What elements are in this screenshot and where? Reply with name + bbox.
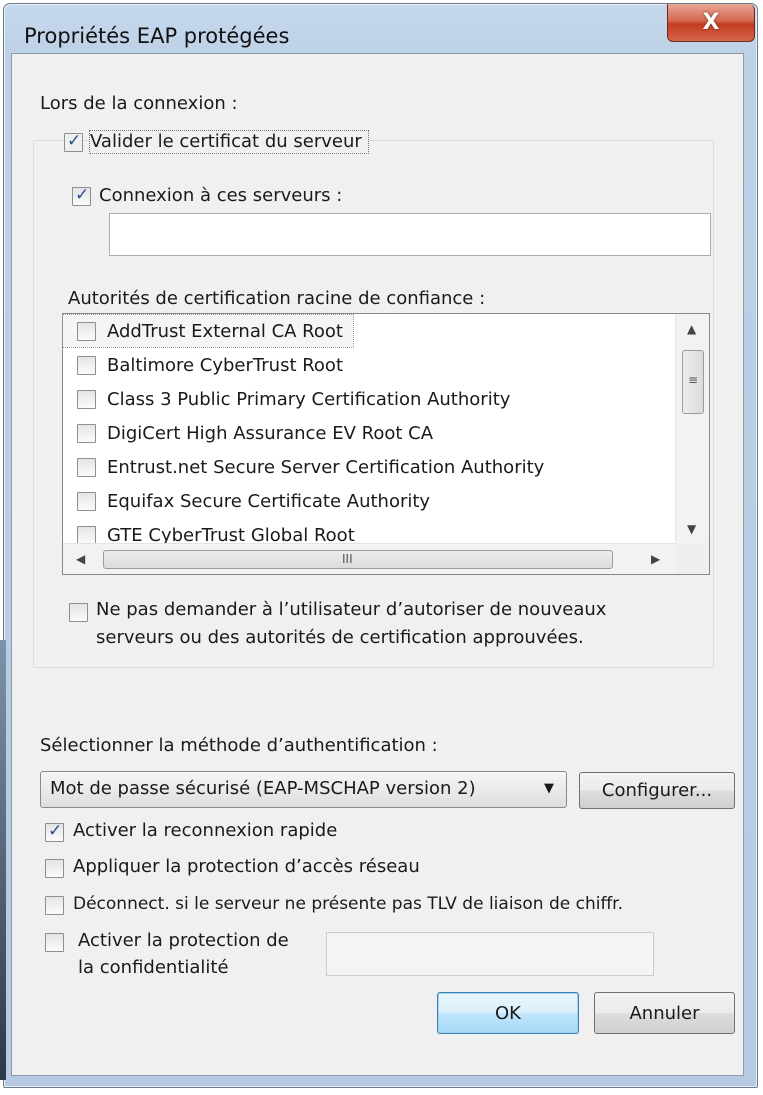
close-icon: X — [702, 10, 720, 35]
auth-method-value: Mot de passe sécurisé (EAP-MSCHAP versio… — [50, 778, 476, 799]
vertical-scroll-thumb[interactable]: ≡ — [682, 350, 704, 414]
grip-icon: ≡ — [688, 373, 699, 387]
list-item-checkbox[interactable] — [77, 390, 96, 409]
window-title: Propriétés EAP protégées — [24, 24, 290, 48]
fast-reconnect-checkbox[interactable] — [45, 821, 64, 842]
privacy-label-line2: la confidentialité — [78, 957, 229, 978]
list-item-label: Equifax Secure Certificate Authority — [107, 491, 431, 512]
chevron-down-icon: ▼ — [544, 781, 554, 796]
list-item-checkbox[interactable] — [77, 322, 96, 341]
ok-button[interactable]: OK — [437, 992, 579, 1034]
list-item[interactable]: Class 3 Public Primary Certification Aut… — [63, 383, 675, 417]
list-item[interactable]: GTE CyberTrust Global Root — [63, 519, 675, 546]
nap-checkbox[interactable] — [45, 859, 64, 878]
list-item-label: Entrust.net Secure Server Certification … — [107, 457, 545, 478]
arrow-up-icon[interactable]: ▲ — [687, 322, 696, 336]
list-item-checkbox[interactable] — [77, 492, 96, 511]
auth-method-select[interactable]: Mot de passe sécurisé (EAP-MSCHAP versio… — [40, 771, 567, 808]
list-item[interactable]: Equifax Secure Certificate Authority — [63, 485, 675, 519]
privacy-identity-input[interactable] — [326, 932, 654, 976]
root-ca-label: Autorités de certification racine de con… — [68, 288, 486, 309]
vertical-scrollbar[interactable]: ▲ ≡ ▼ — [675, 314, 709, 543]
list-item[interactable]: AddTrust External CA Root — [62, 314, 354, 348]
list-item[interactable]: Entrust.net Secure Server Certification … — [63, 451, 675, 485]
list-item-label: Baltimore CyberTrust Root — [107, 355, 344, 376]
scrollbar-corner — [675, 543, 709, 574]
privacy-checkbox[interactable] — [45, 933, 64, 952]
connect-servers-checkbox[interactable] — [72, 185, 91, 206]
connection-heading: Lors de la connexion : — [40, 93, 238, 114]
arrow-left-icon[interactable]: ◀ — [76, 552, 85, 566]
arrow-right-icon[interactable]: ▶ — [651, 552, 660, 566]
dont-prompt-label-line1: Ne pas demander à l’utilisateur d’autori… — [96, 599, 607, 620]
validate-cert-label: Valider le certificat du serveur — [89, 130, 369, 154]
grip-icon: III — [342, 552, 353, 566]
list-item-label: AddTrust External CA Root — [107, 321, 343, 342]
root-ca-list[interactable]: AddTrust External CA Root Baltimore Cybe… — [62, 313, 710, 575]
list-item-label: Class 3 Public Primary Certification Aut… — [107, 389, 511, 410]
fast-reconnect-label: Activer la reconnexion rapide — [73, 820, 338, 841]
arrow-down-icon[interactable]: ▼ — [687, 522, 696, 536]
list-item-label: DigiCert High Assurance EV Root CA — [107, 423, 434, 444]
dont-prompt-checkbox[interactable] — [69, 603, 88, 622]
connect-servers-label: Connexion à ces serveurs : — [99, 185, 343, 206]
privacy-label-line1: Activer la protection de — [78, 930, 289, 951]
disconnect-tlv-checkbox[interactable] — [45, 896, 64, 915]
list-item[interactable]: Baltimore CyberTrust Root — [63, 349, 675, 383]
horizontal-scrollbar[interactable]: ◀ III ▶ — [63, 543, 675, 574]
nap-label: Appliquer la protection d’accès réseau — [73, 856, 420, 877]
validate-cert-checkbox[interactable] — [64, 131, 83, 152]
list-item-checkbox[interactable] — [77, 356, 96, 375]
window-edge-shadow — [0, 640, 6, 1080]
list-item[interactable]: DigiCert High Assurance EV Root CA — [63, 417, 675, 451]
auth-method-label: Sélectionner la méthode d’authentificati… — [40, 735, 438, 756]
close-button[interactable]: X — [667, 4, 755, 42]
servers-input[interactable] — [109, 213, 711, 256]
cancel-button[interactable]: Annuler — [594, 992, 735, 1034]
list-item-checkbox[interactable] — [77, 424, 96, 443]
dont-prompt-label-line2: serveurs ou des autorités de certificati… — [96, 627, 584, 648]
configure-button[interactable]: Configurer... — [579, 772, 735, 809]
horizontal-scroll-thumb[interactable]: III — [103, 550, 613, 569]
disconnect-tlv-label: Déconnect. si le serveur ne présente pas… — [73, 894, 624, 914]
list-item-checkbox[interactable] — [77, 458, 96, 477]
